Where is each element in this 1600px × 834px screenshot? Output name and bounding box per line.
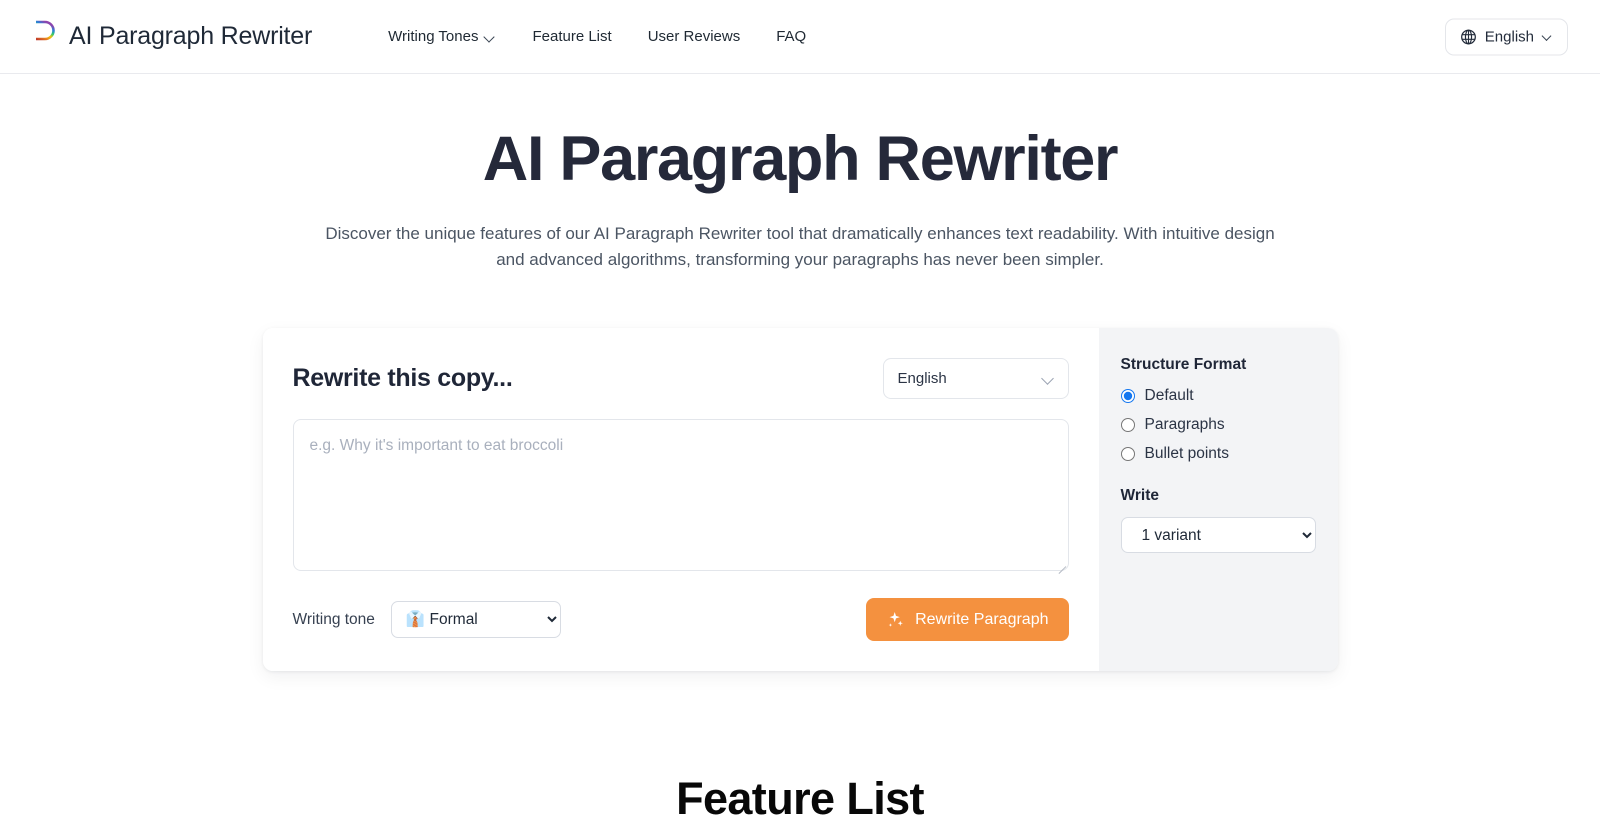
nav-label: FAQ <box>776 28 807 45</box>
feature-list-title: Feature List <box>676 773 924 825</box>
output-language-select[interactable]: English <box>882 358 1069 400</box>
brand-name: AI Paragraph Rewriter <box>69 22 313 50</box>
writing-tone-select[interactable]: 👔 Formal <box>390 601 561 639</box>
tool-options-sidebar: Structure Format Default Paragraphs Bull… <box>1098 328 1338 672</box>
paragraph-input-textarea[interactable] <box>292 419 1069 572</box>
tool-title: Rewrite this copy... <box>292 364 513 393</box>
output-language-value: English <box>897 370 947 388</box>
nav-item-writing-tones[interactable]: Writing Tones <box>370 20 514 53</box>
structure-radio-paragraphs[interactable] <box>1120 418 1135 433</box>
hero-section: AI Paragraph Rewriter Discover the uniqu… <box>0 74 1600 274</box>
writing-tone-label: Writing tone <box>292 610 375 628</box>
structure-option-label[interactable]: Bullet points <box>1145 445 1229 463</box>
nav-item-faq[interactable]: FAQ <box>758 20 824 53</box>
structure-option-default[interactable]: Default <box>1120 387 1316 405</box>
structure-option-bullet-points[interactable]: Bullet points <box>1120 445 1316 463</box>
chevron-down-icon <box>1543 34 1553 40</box>
main-nav: Writing Tones Feature List User Reviews … <box>370 20 824 53</box>
tool-card-wrapper: Rewrite this copy... English Writing ton… <box>0 328 1600 672</box>
site-header: AI Paragraph Rewriter Writing Tones Feat… <box>0 0 1600 74</box>
write-label: Write <box>1120 487 1159 505</box>
page-title: AI Paragraph Rewriter <box>482 124 1119 194</box>
feature-list-section: Feature List <box>0 773 1600 825</box>
structure-radio-default[interactable] <box>1120 389 1135 404</box>
rewriter-tool-card: Rewrite this copy... English Writing ton… <box>262 328 1338 672</box>
nav-label: User Reviews <box>647 28 741 45</box>
language-switcher-button[interactable]: English <box>1444 18 1568 55</box>
tool-main-panel: Rewrite this copy... English Writing ton… <box>262 328 1099 672</box>
language-switcher-label: English <box>1484 28 1534 45</box>
structure-option-paragraphs[interactable]: Paragraphs <box>1120 416 1316 434</box>
structure-radio-bullet-points[interactable] <box>1120 447 1135 462</box>
variant-count-select[interactable]: 1 variant <box>1120 517 1316 554</box>
rainbow-p-logo-icon <box>34 20 55 53</box>
nav-item-feature-list[interactable]: Feature List <box>514 20 629 53</box>
nav-item-user-reviews[interactable]: User Reviews <box>630 20 759 53</box>
nav-label: Feature List <box>532 28 612 45</box>
chevron-down-icon <box>1042 375 1054 382</box>
rewrite-paragraph-label: Rewrite Paragraph <box>915 610 1049 628</box>
structure-option-label[interactable]: Paragraphs <box>1145 416 1225 434</box>
rewrite-paragraph-button[interactable]: Rewrite Paragraph <box>866 598 1069 642</box>
writing-tone-group: Writing tone 👔 Formal <box>292 601 561 639</box>
textarea-wrapper <box>292 419 1069 575</box>
chevron-down-icon <box>485 33 496 40</box>
sparkles-icon <box>888 612 903 628</box>
nav-label: Writing Tones <box>388 28 479 45</box>
hero-subtitle: Discover the unique features of our AI P… <box>325 223 1275 270</box>
tool-footer-row: Writing tone 👔 Formal Rewrite Paragraph <box>292 598 1069 642</box>
brand-logo-link[interactable]: AI Paragraph Rewriter <box>32 20 312 54</box>
tool-header-row: Rewrite this copy... English <box>292 358 1069 400</box>
globe-icon <box>1460 29 1476 44</box>
structure-option-label[interactable]: Default <box>1145 387 1194 405</box>
structure-format-label: Structure Format <box>1120 356 1247 374</box>
